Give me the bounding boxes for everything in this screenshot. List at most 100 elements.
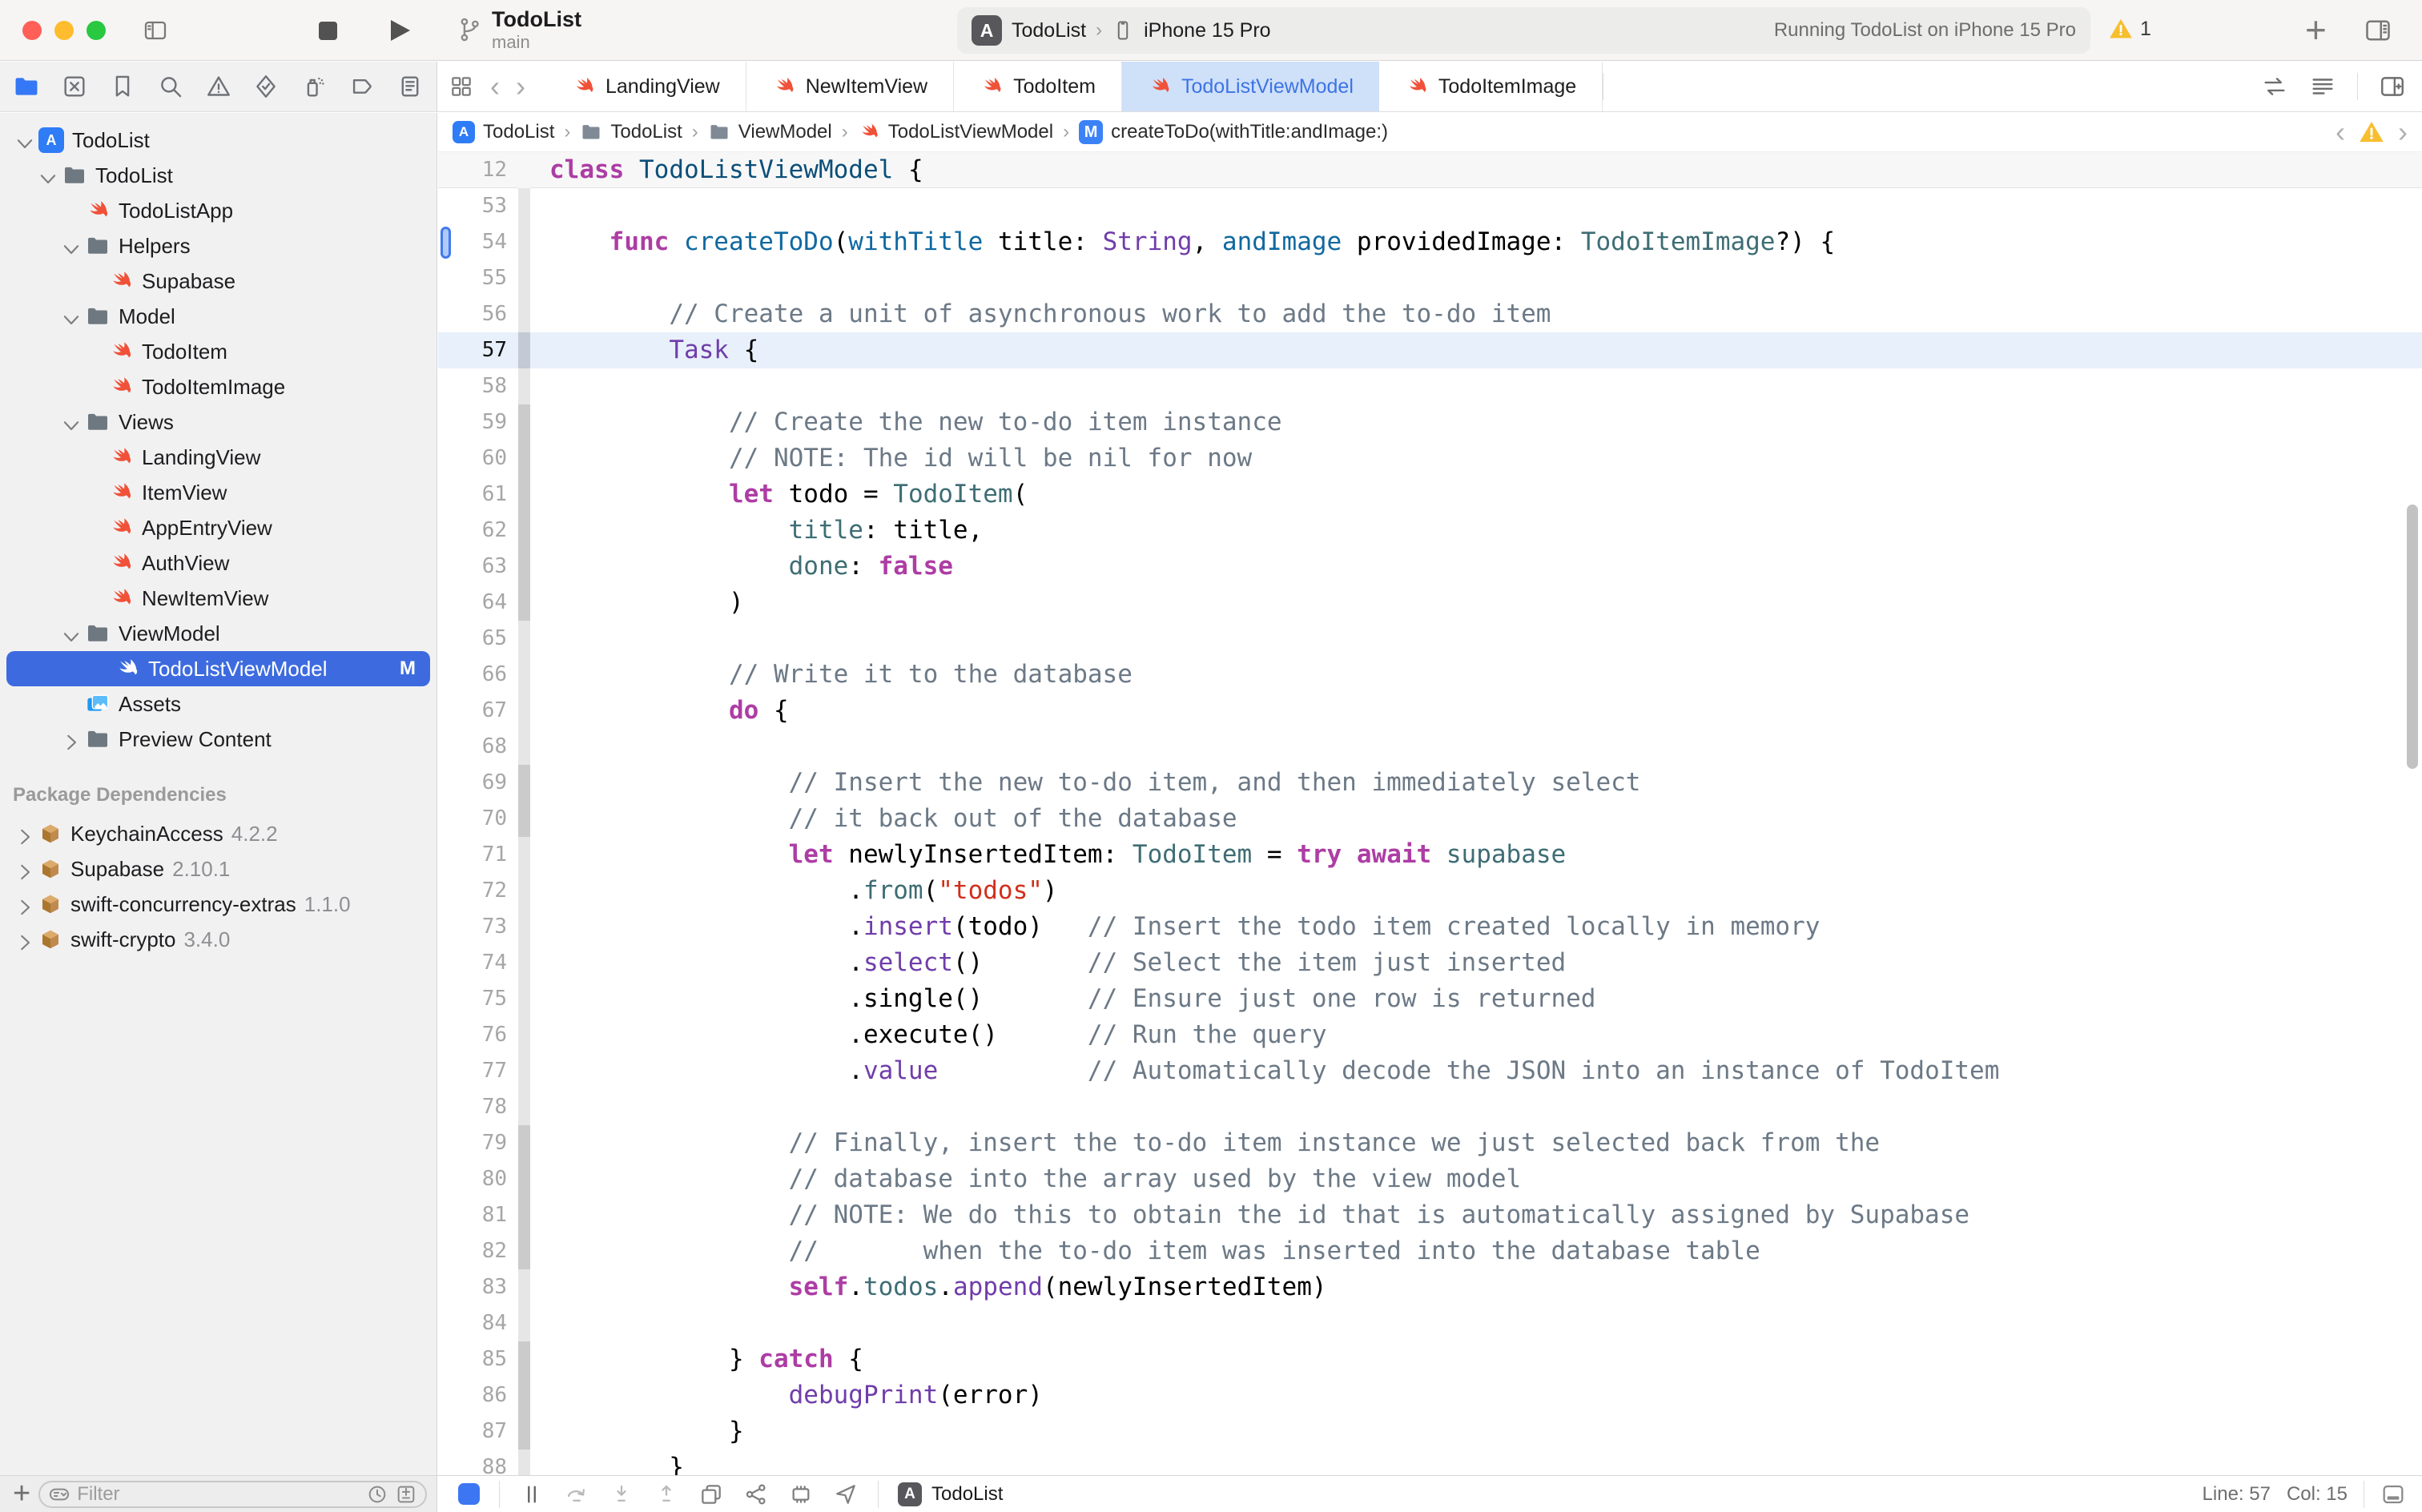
- code-line[interactable]: 67 do {: [438, 693, 2422, 729]
- chevron-right-icon[interactable]: [59, 727, 83, 751]
- code-line[interactable]: 60 // NOTE: The id will be nil for now: [438, 440, 2422, 477]
- line-number[interactable]: 63: [438, 549, 518, 585]
- code-line[interactable]: 80 // database into the array used by th…: [438, 1161, 2422, 1197]
- line-number[interactable]: 86: [438, 1377, 518, 1413]
- breadcrumb-item[interactable]: McreateToDo(withTitle:andImage:): [1079, 120, 1388, 144]
- scheme-destination[interactable]: iPhone 15 Pro: [1144, 19, 1270, 42]
- line-number[interactable]: 66: [438, 657, 518, 693]
- source-control-icon[interactable]: [61, 73, 88, 100]
- chevron-right-icon[interactable]: [13, 857, 37, 881]
- code-line[interactable]: 62 title: title,: [438, 513, 2422, 549]
- next-issue-button[interactable]: ›: [2398, 115, 2408, 149]
- sidebar-item-model[interactable]: Model: [0, 299, 437, 334]
- breadcrumb-item[interactable]: ViewModel: [708, 121, 832, 143]
- chevron-down-icon[interactable]: [59, 304, 83, 328]
- tab-TodoItemImage[interactable]: TodoItemImage: [1379, 62, 1603, 111]
- sidebar-item-appentryview[interactable]: AppEntryView: [0, 510, 437, 545]
- bookmarks-icon[interactable]: [109, 73, 136, 100]
- breadcrumb-item[interactable]: TodoList: [580, 121, 682, 143]
- sidebar-item-itemview[interactable]: ItemView: [0, 475, 437, 510]
- sidebar-item-preview-content[interactable]: Preview Content: [0, 722, 437, 757]
- line-number[interactable]: 80: [438, 1161, 518, 1197]
- minimize-traffic-light[interactable]: [54, 21, 74, 40]
- chevron-right-icon[interactable]: [13, 822, 37, 846]
- view-hierarchy-icon[interactable]: [698, 1482, 724, 1507]
- running-process[interactable]: A TodoList: [898, 1482, 1003, 1506]
- sidebar-item-todoitem[interactable]: TodoItem: [0, 334, 437, 369]
- chevron-down-icon[interactable]: [13, 128, 37, 152]
- sidebar-item-todoitemimage[interactable]: TodoItemImage: [0, 369, 437, 404]
- line-number[interactable]: 82: [438, 1233, 518, 1269]
- warning-count-badge[interactable]: 1: [2108, 16, 2151, 42]
- line-number[interactable]: 71: [438, 837, 518, 873]
- sidebar-item-landingview[interactable]: LandingView: [0, 440, 437, 475]
- code-editor[interactable]: 12class TodoListViewModel { 5354 func cr…: [438, 152, 2422, 1475]
- line-number[interactable]: 68: [438, 729, 518, 765]
- add-editor-icon[interactable]: [2379, 73, 2406, 100]
- sidebar-item-todolist[interactable]: ATodoList: [0, 123, 437, 158]
- line-number[interactable]: 79: [438, 1125, 518, 1161]
- code-review-icon[interactable]: [2261, 73, 2288, 100]
- code-line[interactable]: 58: [438, 368, 2422, 404]
- previous-issue-button[interactable]: ‹: [2336, 115, 2345, 149]
- code-line[interactable]: 84: [438, 1305, 2422, 1341]
- code-line[interactable]: 73 .insert(todo) // Insert the todo item…: [438, 909, 2422, 945]
- line-number[interactable]: 81: [438, 1197, 518, 1233]
- add-file-button[interactable]: +: [0, 1477, 38, 1511]
- code-line[interactable]: 74 .select() // Select the item just ins…: [438, 945, 2422, 981]
- code-line[interactable]: 55: [438, 260, 2422, 296]
- line-number[interactable]: 69: [438, 765, 518, 801]
- tab-LandingView[interactable]: LandingView: [546, 62, 746, 111]
- editor-scrollbar[interactable]: [2407, 505, 2418, 769]
- line-number[interactable]: 67: [438, 693, 518, 729]
- reports-icon[interactable]: [396, 73, 424, 100]
- chevron-down-icon[interactable]: [59, 410, 83, 434]
- close-traffic-light[interactable]: [22, 21, 42, 40]
- sidebar-toggle-icon[interactable]: [141, 18, 170, 43]
- sidebar-item-assets[interactable]: Assets: [0, 686, 437, 722]
- scheme-selector[interactable]: A TodoList › iPhone 15 Pro Running TodoL…: [957, 7, 2090, 54]
- line-number[interactable]: 59: [438, 404, 518, 440]
- code-line[interactable]: 65: [438, 621, 2422, 657]
- recents-icon[interactable]: [366, 1483, 388, 1506]
- simulate-location-icon[interactable]: [833, 1482, 859, 1507]
- code-line[interactable]: 88 }: [438, 1450, 2422, 1475]
- sidebar-item-helpers[interactable]: Helpers: [0, 228, 437, 263]
- code-line[interactable]: 76 .execute() // Run the query: [438, 1017, 2422, 1053]
- project-navigator-icon[interactable]: [13, 73, 40, 100]
- line-number[interactable]: 53: [438, 188, 518, 224]
- code-line[interactable]: 61 let todo = TodoItem(: [438, 477, 2422, 513]
- memory-graph-icon[interactable]: [788, 1482, 814, 1507]
- sidebar-item-newitemview[interactable]: NewItemView: [0, 581, 437, 616]
- line-number[interactable]: 55: [438, 260, 518, 296]
- code-line[interactable]: 57 Task {: [438, 332, 2422, 368]
- tab-TodoListViewModel[interactable]: TodoListViewModel: [1122, 62, 1379, 111]
- line-number[interactable]: 75: [438, 981, 518, 1017]
- code-line[interactable]: 75 .single() // Ensure just one row is r…: [438, 981, 2422, 1017]
- debug-icon[interactable]: [300, 73, 328, 100]
- code-line[interactable]: 82 // when the to-do item was inserted i…: [438, 1233, 2422, 1269]
- stop-button[interactable]: [319, 22, 337, 40]
- code-line[interactable]: 87 }: [438, 1413, 2422, 1450]
- sidebar-item-views[interactable]: Views: [0, 404, 437, 440]
- tab-NewItemView[interactable]: NewItemView: [746, 62, 954, 111]
- line-number[interactable]: 58: [438, 368, 518, 404]
- sidebar-item-todolist[interactable]: TodoList: [0, 158, 437, 193]
- run-button[interactable]: [391, 20, 410, 41]
- chevron-down-icon[interactable]: [36, 163, 60, 187]
- line-number[interactable]: 74: [438, 945, 518, 981]
- tests-icon[interactable]: [252, 73, 280, 100]
- add-tab-button[interactable]: +: [2305, 8, 2327, 51]
- line-number[interactable]: 61: [438, 477, 518, 513]
- back-button[interactable]: ‹: [482, 62, 508, 111]
- breadcrumb-item[interactable]: ATodoList: [453, 121, 554, 143]
- filter-input[interactable]: [77, 1483, 360, 1506]
- line-number[interactable]: 78: [438, 1089, 518, 1125]
- line-number[interactable]: 70: [438, 801, 518, 837]
- code-line[interactable]: 77 .value // Automatically decode the JS…: [438, 1053, 2422, 1089]
- chevron-down-icon[interactable]: [59, 234, 83, 258]
- code-line[interactable]: 69 // Insert the new to-do item, and the…: [438, 765, 2422, 801]
- zoom-traffic-light[interactable]: [86, 21, 106, 40]
- code-line[interactable]: 64 ): [438, 585, 2422, 621]
- scheme-target[interactable]: TodoList: [1012, 19, 1086, 42]
